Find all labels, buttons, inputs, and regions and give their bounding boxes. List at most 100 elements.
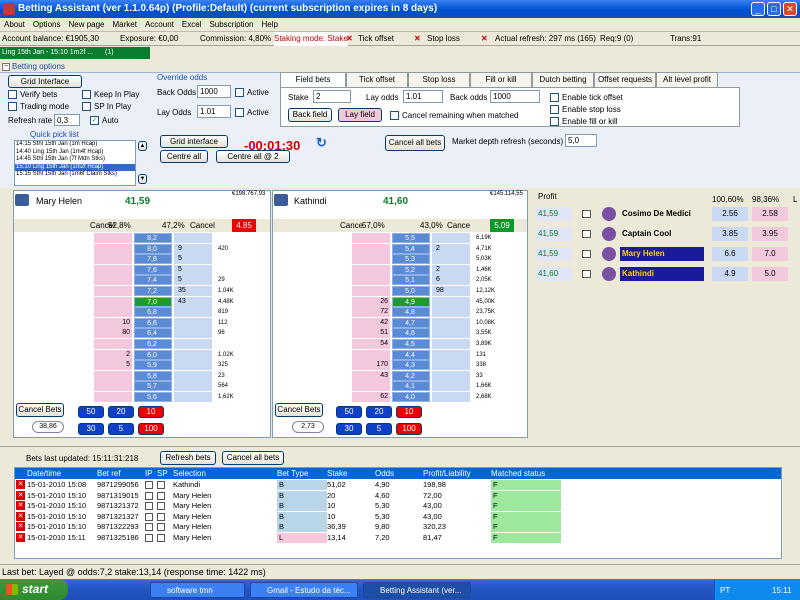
cancel-bet-icon[interactable]: ✕ [16, 522, 25, 531]
centre-all-at-2-button[interactable]: Centre all @ 2 [216, 150, 290, 163]
bets-col-header[interactable]: Bet Type [277, 468, 327, 479]
bets-col-header[interactable]: SP [157, 468, 173, 479]
tab-stop-loss[interactable]: Stop loss [408, 72, 470, 87]
ladder-back-cell[interactable] [432, 381, 470, 392]
ladder-lay-cell[interactable]: 72 [352, 307, 390, 318]
ladder-lay-cell[interactable] [352, 243, 390, 254]
stake-button[interactable]: 5 [108, 423, 134, 435]
cancel-bets-right-button[interactable]: Cancel Bets [275, 403, 323, 417]
quick-pick-item[interactable]: 14:40 Ling 15th Jan (1m4f Hcap) [15, 149, 135, 157]
ladder-lay-cell[interactable] [352, 264, 390, 275]
ladder-lay-cell[interactable]: 2 [94, 349, 132, 360]
ladder-back-cell[interactable] [432, 254, 470, 265]
bets-col-header[interactable]: Bet ref [97, 468, 145, 479]
ladder-lay-cell[interactable]: 80 [94, 328, 132, 339]
ladder-lay-cell[interactable] [94, 381, 132, 392]
menu-help[interactable]: Help [257, 18, 281, 31]
profit-runner-name[interactable]: Mary Helen [620, 247, 704, 261]
ladder-back-cell[interactable]: 98 [432, 286, 470, 296]
cancel-all-bets-button[interactable]: Cancel all bets [222, 451, 284, 465]
tab-field-bets[interactable]: Field bets [280, 72, 346, 88]
cancel-bet-icon[interactable]: ✕ [16, 501, 25, 510]
grid-interface-button[interactable]: Grid interface [160, 135, 228, 148]
menu-subscription[interactable]: Subscription [205, 18, 257, 31]
profit-back-odds[interactable]: 6.6 [712, 247, 748, 261]
ladder-lay-cell[interactable] [94, 286, 132, 296]
quick-pick-down-button[interactable]: ▼ [138, 174, 147, 184]
stake-button[interactable]: 20 [108, 406, 134, 418]
close-button[interactable]: ✕ [783, 2, 797, 16]
back-field-button[interactable]: Back field [288, 108, 332, 122]
ladder-back-cell[interactable]: 5 [174, 254, 212, 265]
sp-in-play-checkbox[interactable] [82, 102, 91, 111]
tab-offset-requests[interactable]: Offset requests [594, 72, 656, 87]
table-row[interactable]: ✕ 15-01-2010 15:10 9871319015 Mary Helen B 20… [15, 490, 781, 501]
market-depth-input[interactable]: 5,0 [565, 134, 597, 147]
ladder-lay-cell[interactable] [94, 275, 132, 286]
menu-market[interactable]: Market [109, 18, 141, 31]
lay-odds-input[interactable]: 1.01 [403, 90, 443, 103]
ladder-lay-cell[interactable]: 51 [352, 328, 390, 339]
lay-field-button[interactable]: Lay field [338, 108, 382, 122]
menu-new-page[interactable]: New page [64, 18, 108, 31]
quick-pick-item-selected[interactable]: 15:10 Ling 15th Jan (1m2f Hcap) [15, 163, 135, 172]
cancel-bet-icon[interactable]: ✕ [16, 480, 25, 489]
trading-mode-checkbox[interactable] [8, 102, 17, 111]
stake-input[interactable]: 2 [313, 90, 351, 103]
ladder-back-cell[interactable] [432, 307, 470, 318]
keep-in-play-checkbox[interactable] [82, 90, 91, 99]
ladder-back-cell[interactable]: 35 [174, 286, 212, 296]
refresh-icon[interactable]: ↻ [316, 135, 327, 151]
ladder-lay-cell[interactable]: 10 [94, 317, 132, 328]
refresh-rate-input[interactable]: 0,3 [54, 114, 80, 126]
ladder-lay-cell[interactable]: 26 [352, 296, 390, 307]
cancel-bet-icon[interactable]: ✕ [16, 511, 25, 521]
ladder-back-cell[interactable]: 43 [174, 296, 212, 307]
ladder-lay-cell[interactable] [94, 370, 132, 381]
cancel-bets-left-button[interactable]: Cancel Bets [16, 403, 64, 417]
ladder-lay-cell[interactable] [94, 243, 132, 254]
ladder-back-cell[interactable] [432, 233, 470, 243]
tab-dutch-betting[interactable]: Dutch betting [532, 72, 594, 87]
tab-fill-or-kill[interactable]: Fill or kill [470, 72, 532, 87]
ladder-lay-cell[interactable] [94, 296, 132, 307]
market-chart-icon[interactable] [582, 250, 591, 258]
ladder-back-cell[interactable] [174, 233, 212, 243]
taskbar-item-software-tmn[interactable]: software tmn [150, 582, 245, 598]
stake-button[interactable]: 100 [138, 423, 164, 435]
ladder-back-cell[interactable]: 2 [432, 264, 470, 275]
ladder-lay-cell[interactable] [94, 339, 132, 349]
ladder-back-cell[interactable] [174, 307, 212, 318]
override-back-active-checkbox[interactable] [235, 88, 244, 97]
profit-runner-name[interactable]: Captain Cool [620, 227, 704, 241]
table-row[interactable]: ✕ 15-01-2010 15:10 9871322293 Mary Helen B 36… [15, 522, 781, 532]
ladder-back-cell[interactable] [174, 392, 212, 402]
ladder-lay-cell[interactable] [352, 254, 390, 265]
tab-tick-offset[interactable]: Tick offset [346, 72, 408, 87]
auto-checkbox[interactable]: ✓ [90, 116, 99, 125]
market-tab[interactable]: Ling 15th Jan - 15:10 1m2f ... (1) [0, 47, 150, 59]
cancel-bet-icon[interactable]: ✕ [16, 490, 25, 500]
enable-tick-offset-checkbox[interactable] [550, 93, 559, 102]
ladder-lay-cell[interactable]: 170 [352, 360, 390, 371]
stake-button[interactable]: 20 [366, 406, 392, 418]
bets-col-header[interactable]: IP [145, 468, 157, 479]
ladder-back-cell[interactable] [174, 317, 212, 328]
bets-col-header[interactable]: Date/time [27, 468, 97, 479]
override-lay-active-checkbox[interactable] [235, 108, 244, 117]
market-chart-icon[interactable] [582, 230, 591, 238]
taskbar-item-betting-assistant[interactable]: Betting Assistant (ver... [363, 582, 471, 598]
ladder-back-cell[interactable] [432, 317, 470, 328]
ladder-lay-cell[interactable]: 5 [94, 360, 132, 371]
bets-col-header[interactable]: Matched status [491, 468, 561, 479]
ladder-lay-cell[interactable] [94, 392, 132, 402]
ladder-back-cell[interactable] [174, 360, 212, 371]
ladder-back-cell[interactable] [174, 381, 212, 392]
menu-options[interactable]: Options [29, 18, 65, 31]
profit-back-odds[interactable]: 3.85 [712, 227, 748, 241]
profit-lay-odds[interactable]: 7.0 [752, 247, 788, 261]
staking-mode[interactable]: Staking mode: Stake [274, 32, 348, 46]
market-chart-icon[interactable] [582, 270, 591, 278]
stake-button[interactable]: 10 [138, 406, 164, 418]
cancel-remaining-checkbox[interactable] [390, 111, 399, 120]
